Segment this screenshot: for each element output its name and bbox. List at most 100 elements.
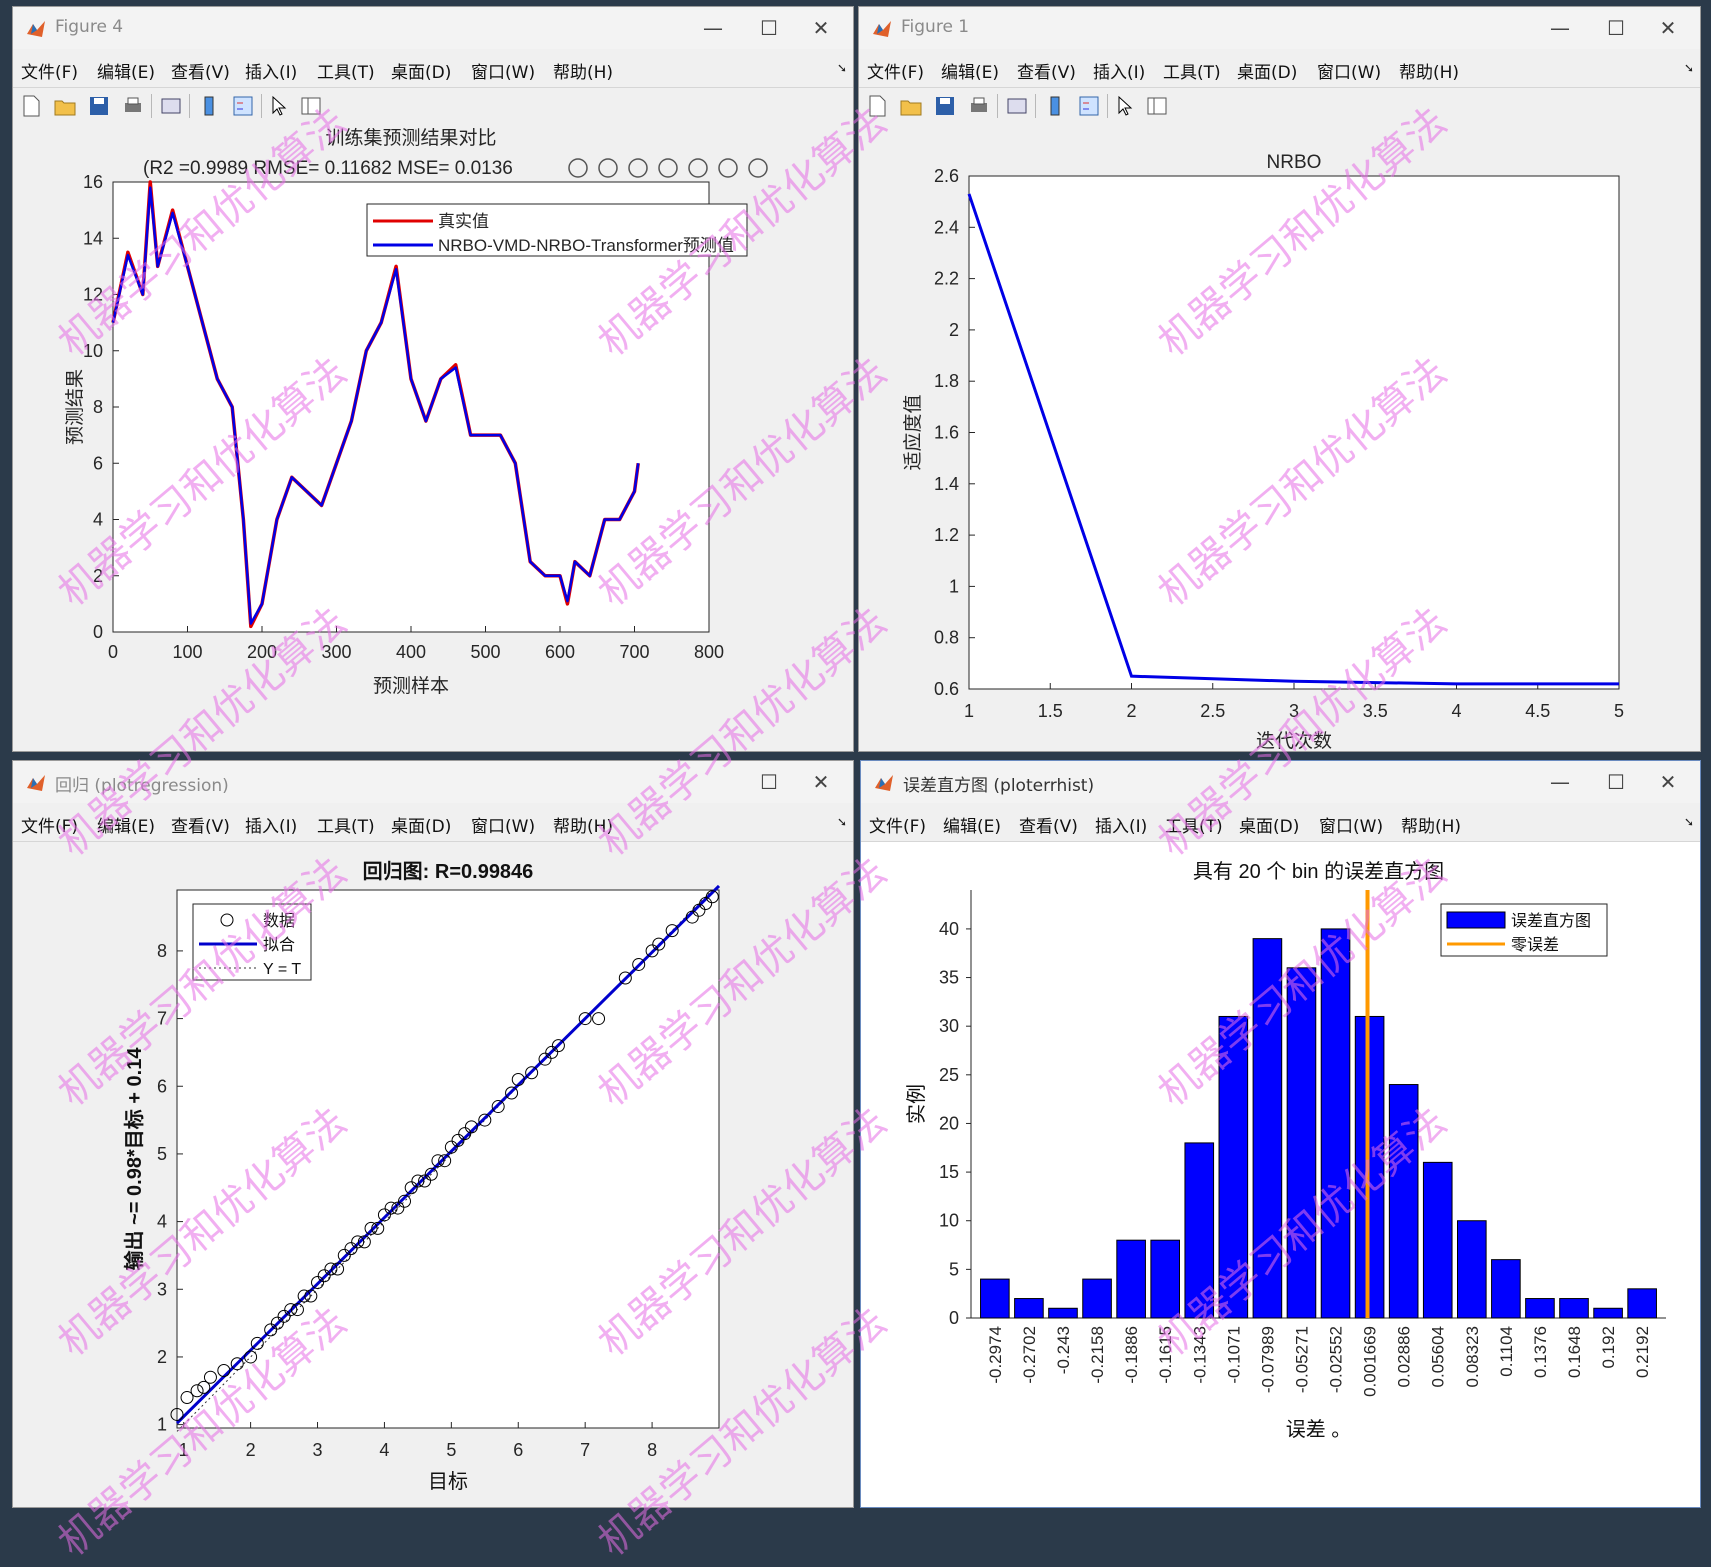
menu-edit[interactable]: 编辑(E) [943,812,1001,837]
legend-label-zero: 零误差 [1511,936,1559,954]
menu-window[interactable]: 窗口(W) [471,58,535,83]
plot-title: 具有 20 个 bin 的误差直方图 [1193,860,1444,883]
menu-window[interactable]: 窗口(W) [1317,58,1381,83]
save-icon[interactable] [933,94,957,118]
maximize-button[interactable]: ☐ [749,13,789,43]
plot-subtitle: (R2 =0.9989 RMSE= 0.11682 MSE= 0.0136 [143,158,513,179]
titlebar[interactable]: 回归 (plotregression) ☐ ✕ [13,761,853,803]
menubar-arrow-icon[interactable]: ➘ [1684,815,1694,829]
figure-canvas: 0 5 10 15 20 25 30 35 40 -0.2974 -0.2702 -0.243 -0.2… [861,841,1700,1507]
menu-view[interactable]: 查看(V) [1017,58,1076,83]
print-icon[interactable] [121,94,145,118]
menu-file[interactable]: 文件(F) [21,58,78,83]
open-folder-icon[interactable] [53,94,77,118]
titlebar[interactable]: 误差直方图 (ploterrhist) — ☐ ✕ [861,761,1700,803]
menu-tools[interactable]: 工具(T) [1165,812,1223,837]
regression-window[interactable]: 回归 (plotregression) ☐ ✕ 文件(F) 编辑(E) 查看(V… [12,760,854,1508]
menubar-arrow-icon[interactable]: ➘ [837,61,847,75]
maximize-button[interactable]: ☐ [749,767,789,797]
menu-help[interactable]: 帮助(H) [553,58,613,83]
close-button[interactable]: ✕ [801,767,841,797]
menu-edit[interactable]: 编辑(E) [941,58,999,83]
menu-view[interactable]: 查看(V) [171,812,230,837]
figure1-window[interactable]: Figure 1 — ☐ ✕ 文件(F) 编辑(E) 查看(V) 插入(I) 工… [858,6,1701,752]
menu-desktop[interactable]: 桌面(D) [391,812,451,837]
x-tick-label: 0.001669 [1361,1326,1380,1397]
y-tick-label: 5 [949,1259,959,1279]
y-tick-label: 6 [157,1076,167,1096]
x-tick-label: 1 [179,1440,189,1460]
errhist-window[interactable]: 误差直方图 (ploterrhist) — ☐ ✕ 文件(F) 编辑(E) 查看… [860,760,1701,1508]
menu-edit[interactable]: 编辑(E) [97,58,155,83]
menu-view[interactable]: 查看(V) [1019,812,1078,837]
colorbar-icon[interactable] [1043,94,1067,118]
axes-toolbar-icon [658,158,678,178]
menu-insert[interactable]: 插入(I) [245,812,297,837]
menu-window[interactable]: 窗口(W) [1319,812,1383,837]
menu-edit[interactable]: 编辑(E) [97,812,155,837]
legend-icon[interactable] [231,94,255,118]
menubar: 文件(F) 编辑(E) 查看(V) 插入(I) 工具(T) 桌面(D) 窗口(W… [13,51,853,85]
maximize-button[interactable]: ☐ [1596,767,1636,797]
y-tick-label: 8 [157,941,167,961]
y-tick-label: 2 [949,320,959,340]
link-figure-icon[interactable] [1005,94,1029,118]
menu-window[interactable]: 窗口(W) [471,812,535,837]
legend-icon[interactable] [1077,94,1101,118]
menu-file[interactable]: 文件(F) [21,812,78,837]
x-tick-label: 100 [172,642,202,662]
close-button[interactable]: ✕ [1648,767,1688,797]
close-button[interactable]: ✕ [1648,13,1688,43]
menu-help[interactable]: 帮助(H) [553,812,613,837]
menubar-arrow-icon[interactable]: ➘ [1684,61,1694,75]
x-tick-label: 6 [513,1440,523,1460]
legend-label-true: 真实值 [438,212,489,231]
close-button[interactable]: ✕ [801,13,841,43]
menu-desktop[interactable]: 桌面(D) [1239,812,1299,837]
x-tick-label: -0.1615 [1156,1326,1175,1384]
pointer-icon[interactable] [1113,94,1137,118]
menu-help[interactable]: 帮助(H) [1401,812,1461,837]
y-tick-label: 15 [939,1162,959,1182]
titlebar[interactable]: Figure 1 — ☐ ✕ [859,7,1700,49]
plot-title: 回归图: R=0.99846 [363,859,534,883]
minimize-button[interactable]: — [693,13,733,43]
menu-insert[interactable]: 插入(I) [1093,58,1145,83]
x-tick-label: 0.05604 [1429,1326,1448,1387]
x-tick-label: 500 [470,642,500,662]
colorbar-icon[interactable] [197,94,221,118]
menu-insert[interactable]: 插入(I) [245,58,297,83]
menu-desktop[interactable]: 桌面(D) [391,58,451,83]
axes-toolbar-icon [568,158,588,178]
menu-tools[interactable]: 工具(T) [317,58,375,83]
histogram-bar [1559,1298,1589,1319]
error-histogram-chart: 0 5 10 15 20 25 30 35 40 -0.2974 -0.2702 -0.243 -0.2… [905,860,1666,1441]
property-inspector-icon[interactable] [1145,94,1169,118]
menu-tools[interactable]: 工具(T) [317,812,375,837]
menu-view[interactable]: 查看(V) [171,58,230,83]
new-file-icon[interactable] [865,94,889,118]
minimize-button[interactable]: — [1540,767,1580,797]
pointer-icon[interactable] [267,94,291,118]
maximize-button[interactable]: ☐ [1596,13,1636,43]
menu-tools[interactable]: 工具(T) [1163,58,1221,83]
menu-desktop[interactable]: 桌面(D) [1237,58,1297,83]
save-icon[interactable] [87,94,111,118]
menu-help[interactable]: 帮助(H) [1399,58,1459,83]
menu-insert[interactable]: 插入(I) [1095,812,1147,837]
x-tick-label: -0.1886 [1122,1326,1141,1384]
minimize-button[interactable]: — [1540,13,1580,43]
property-inspector-icon[interactable] [299,94,323,118]
new-file-icon[interactable] [19,94,43,118]
print-icon[interactable] [967,94,991,118]
menu-file[interactable]: 文件(F) [867,58,924,83]
menu-file[interactable]: 文件(F) [869,812,926,837]
toolbar-separator [1035,94,1036,118]
figure4-window[interactable]: Figure 4 — ☐ ✕ 文件(F) 编辑(E) 查看(V) 插入(I) 工… [12,6,854,752]
figure-canvas: 1 1.5 2 2.5 3 3.5 4 4.5 5 0.6 0.8 1 1.2 1.4 1.6 1.8 2 2.2… [859,124,1700,751]
link-figure-icon[interactable] [159,94,183,118]
x-tick-label: 0.08323 [1463,1326,1482,1387]
menubar-arrow-icon[interactable]: ➘ [837,815,847,829]
open-folder-icon[interactable] [899,94,923,118]
titlebar[interactable]: Figure 4 — ☐ ✕ [13,7,853,49]
